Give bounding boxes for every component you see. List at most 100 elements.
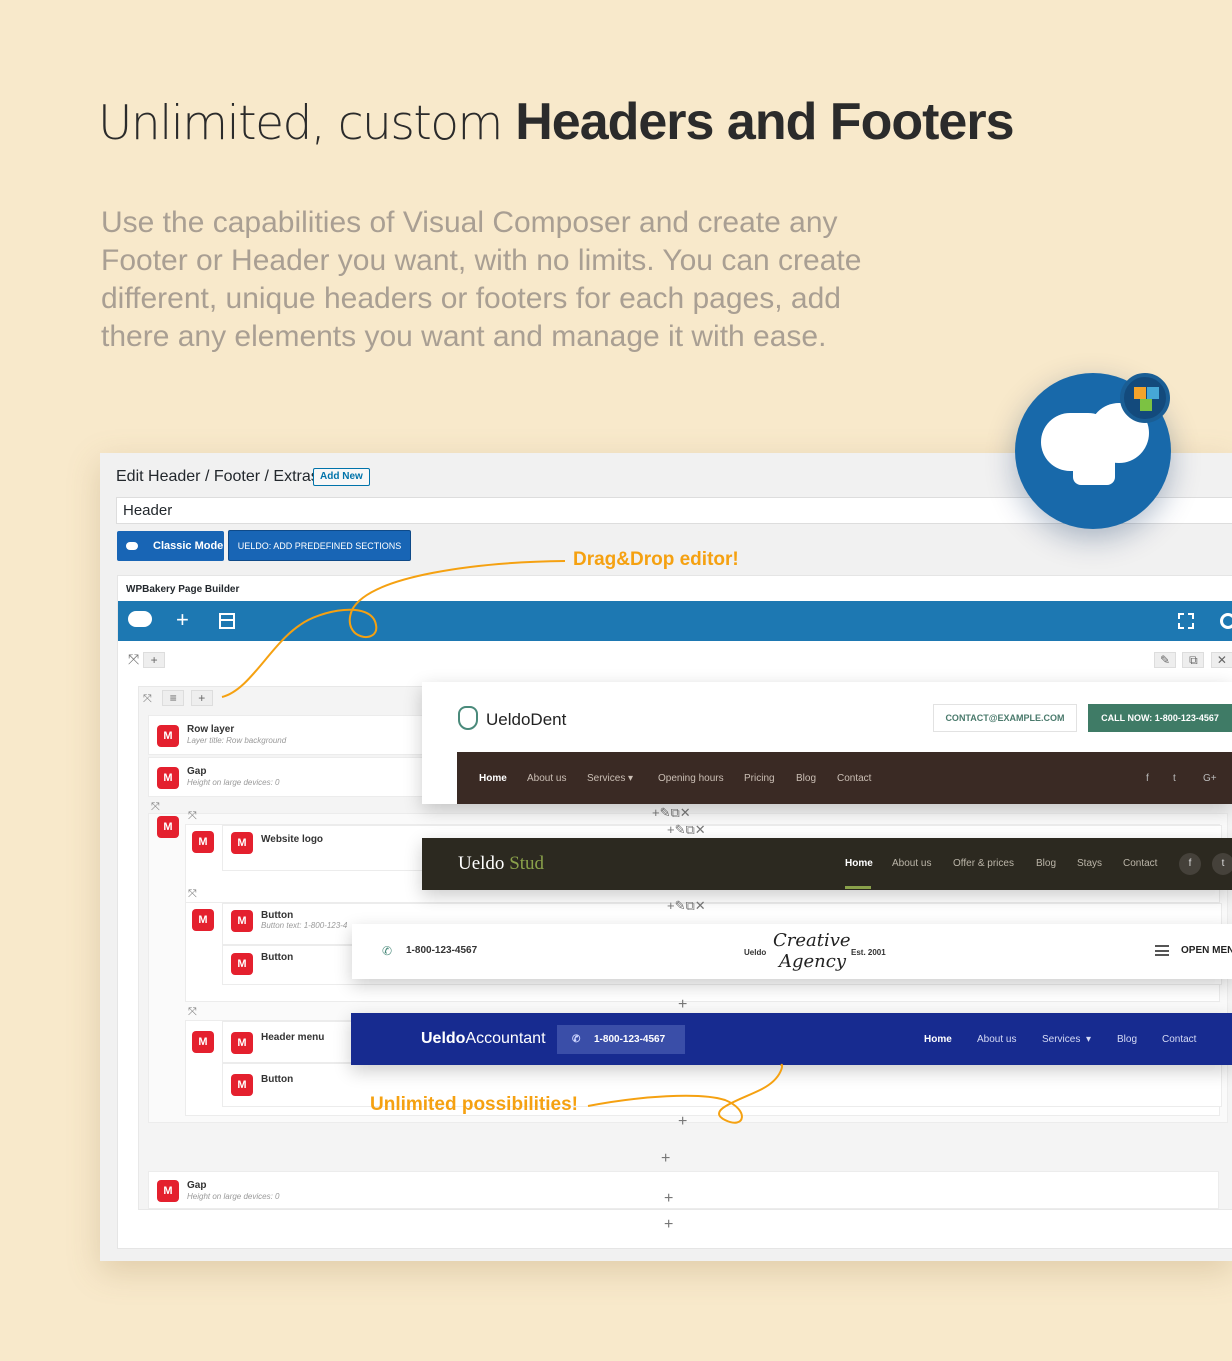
element-badge: M <box>192 909 214 931</box>
element-badge: M <box>157 725 179 747</box>
accountant-phone: 1-800-123-4567 <box>594 1034 666 1045</box>
stud-logo-b: Stud <box>509 853 545 874</box>
nav-item[interactable]: About us <box>892 858 931 869</box>
add-element-icon[interactable]: + <box>176 609 189 631</box>
google-plus-icon[interactable]: G+ <box>1203 773 1217 784</box>
nav-item[interactable]: Opening hours <box>658 773 724 784</box>
fullscreen-icon[interactable] <box>1178 613 1194 629</box>
annotation-unlimited: Unlimited possibilities! <box>370 1094 578 1115</box>
add-element-icon[interactable]: + <box>661 1150 670 1168</box>
element-badge: M <box>231 832 253 854</box>
nav-item[interactable]: About us <box>527 773 566 784</box>
edit-icon[interactable]: ✎ <box>1154 652 1176 668</box>
expand-icon[interactable]: ⤧ <box>188 810 197 823</box>
element-name: Button <box>261 1074 294 1085</box>
element-badge: M <box>157 1180 179 1202</box>
hero-description: Use the capabilities of Visual Composer … <box>101 206 862 353</box>
cloud-shape <box>1073 457 1115 485</box>
creative-logo-line1: Creative <box>773 930 851 951</box>
nav-item[interactable]: Contact <box>1162 1034 1196 1045</box>
drag-handle-icon[interactable]: ≡ <box>162 690 185 706</box>
element-controls-icon[interactable]: +✎⧉✕ <box>667 822 706 838</box>
cloud-icon <box>126 542 138 550</box>
element-name: Gap <box>187 1180 207 1191</box>
builder-toolbar: + <box>118 601 1232 641</box>
twitter-icon[interactable]: t <box>1173 773 1176 784</box>
hero-title-bold: Headers and Footers <box>515 93 1014 151</box>
row-right-tools: ✎ ⧉ ✕ <box>1154 651 1232 669</box>
gear-icon[interactable] <box>1220 613 1232 629</box>
add-row-icon[interactable]: + <box>143 652 166 668</box>
expand-icon[interactable]: ⤧ <box>188 888 197 901</box>
element-gap[interactable]: M Gap Height on large devices: 0 <box>148 1171 1219 1209</box>
nav-item[interactable]: Offer & prices <box>953 858 1014 869</box>
dent-email-button[interactable]: CONTACT@EXAMPLE.COM <box>933 704 1077 732</box>
add-element-icon[interactable]: + <box>678 996 687 1014</box>
add-new-button[interactable]: Add New <box>313 468 370 486</box>
wpbakery-logo-icon[interactable] <box>128 611 152 627</box>
nav-item[interactable]: Home <box>924 1034 952 1045</box>
expand-icon[interactable]: ⤧ <box>188 1006 197 1019</box>
element-badge: M <box>192 831 214 853</box>
nav-item[interactable]: Blog <box>796 773 816 784</box>
inner-row-tools: ⤧ ≡ + <box>143 689 215 707</box>
creative-phone[interactable]: 1-800-123-4567 <box>406 945 477 956</box>
nav-item[interactable]: Contact <box>837 773 871 784</box>
hero-title: Unlimited, custom Headers and Footers <box>98 92 1015 152</box>
nav-item[interactable]: Stays <box>1077 858 1102 869</box>
header-preview-stud: Ueldo Stud Home About us Offer & prices … <box>422 838 1232 890</box>
nav-item[interactable]: About us <box>977 1034 1016 1045</box>
accountant-logo-bold: Ueldo <box>421 1030 466 1047</box>
facebook-icon[interactable]: f <box>1179 853 1201 875</box>
chevron-down-icon: ▾ <box>628 773 634 784</box>
dent-call-button[interactable]: CALL NOW: 1-800-123-4567 <box>1088 704 1232 732</box>
expand-icon[interactable]: ⤧ <box>143 693 152 705</box>
close-icon[interactable]: ✕ <box>1210 652 1232 668</box>
nav-item[interactable]: Pricing <box>744 773 775 784</box>
nav-item[interactable]: Services <box>587 773 625 784</box>
element-subtitle: Height on large devices: 0 <box>187 1192 280 1201</box>
active-underline <box>845 886 871 889</box>
element-name: Gap <box>187 766 207 777</box>
clone-icon[interactable]: ⧉ <box>1182 652 1205 668</box>
element-controls-icon[interactable]: +✎⧉✕ <box>667 898 706 914</box>
logo-square <box>1147 387 1159 399</box>
predefined-sections-button[interactable]: UELDO: ADD PREDEFINED SECTIONS <box>228 530 411 561</box>
element-badge: M <box>192 1031 214 1053</box>
nav-item[interactable]: Blog <box>1117 1034 1137 1045</box>
accountant-logo-rest: Accountant <box>465 1030 546 1047</box>
expand-icon[interactable]: ⤧ <box>128 651 139 667</box>
stud-logo-a: Ueldo <box>458 853 505 874</box>
element-name: Header menu <box>261 1032 325 1043</box>
element-gap[interactable]: M Gap Height on large devices: 0 <box>148 757 438 797</box>
accountant-phone-button[interactable]: ✆ 1-800-123-4567 <box>557 1025 685 1054</box>
add-element-icon[interactable]: + <box>678 1113 687 1131</box>
element-row-layer[interactable]: M Row layer Layer title: Row background <box>148 715 438 755</box>
element-controls-icon[interactable]: +✎⧉✕ <box>652 805 691 821</box>
add-row-icon[interactable]: + <box>664 1216 673 1234</box>
add-element-icon[interactable]: + <box>664 1190 673 1208</box>
facebook-icon[interactable]: f <box>1146 773 1149 784</box>
nav-item[interactable]: Contact <box>1123 858 1157 869</box>
open-menu-button[interactable]: OPEN MENU <box>1181 945 1232 956</box>
creative-logo-right: Est. 2001 <box>851 948 886 957</box>
classic-mode-button[interactable]: Classic Mode <box>117 531 224 561</box>
nav-item[interactable]: Blog <box>1036 858 1056 869</box>
layout-icon[interactable] <box>219 613 235 629</box>
add-icon[interactable]: + <box>190 690 213 706</box>
nav-item[interactable]: Home <box>845 858 873 869</box>
accountant-logo: UeldoAccountant <box>421 1030 546 1048</box>
nav-item[interactable]: Services <box>1042 1034 1080 1045</box>
chevron-down-icon: ▾ <box>1086 1034 1092 1045</box>
element-subtitle: Button text: 1-800-123-4 <box>261 921 348 930</box>
header-preview-creative: ✆ 1-800-123-4567 Ueldo Creative Agency Es… <box>352 924 1232 979</box>
creative-logo-left: Ueldo <box>744 948 767 957</box>
twitter-icon[interactable]: t <box>1212 853 1232 875</box>
header-preview-accountant: UeldoAccountant ✆ 1-800-123-4567 Home Abo… <box>351 1013 1232 1065</box>
classic-mode-label: Classic Mode <box>153 540 224 552</box>
element-subtitle: Layer title: Row background <box>187 736 287 745</box>
hamburger-icon[interactable] <box>1155 945 1169 956</box>
nav-item[interactable]: Home <box>479 773 507 784</box>
annotation-drag-drop: Drag&Drop editor! <box>573 549 739 570</box>
element-badge: M <box>231 1032 253 1054</box>
